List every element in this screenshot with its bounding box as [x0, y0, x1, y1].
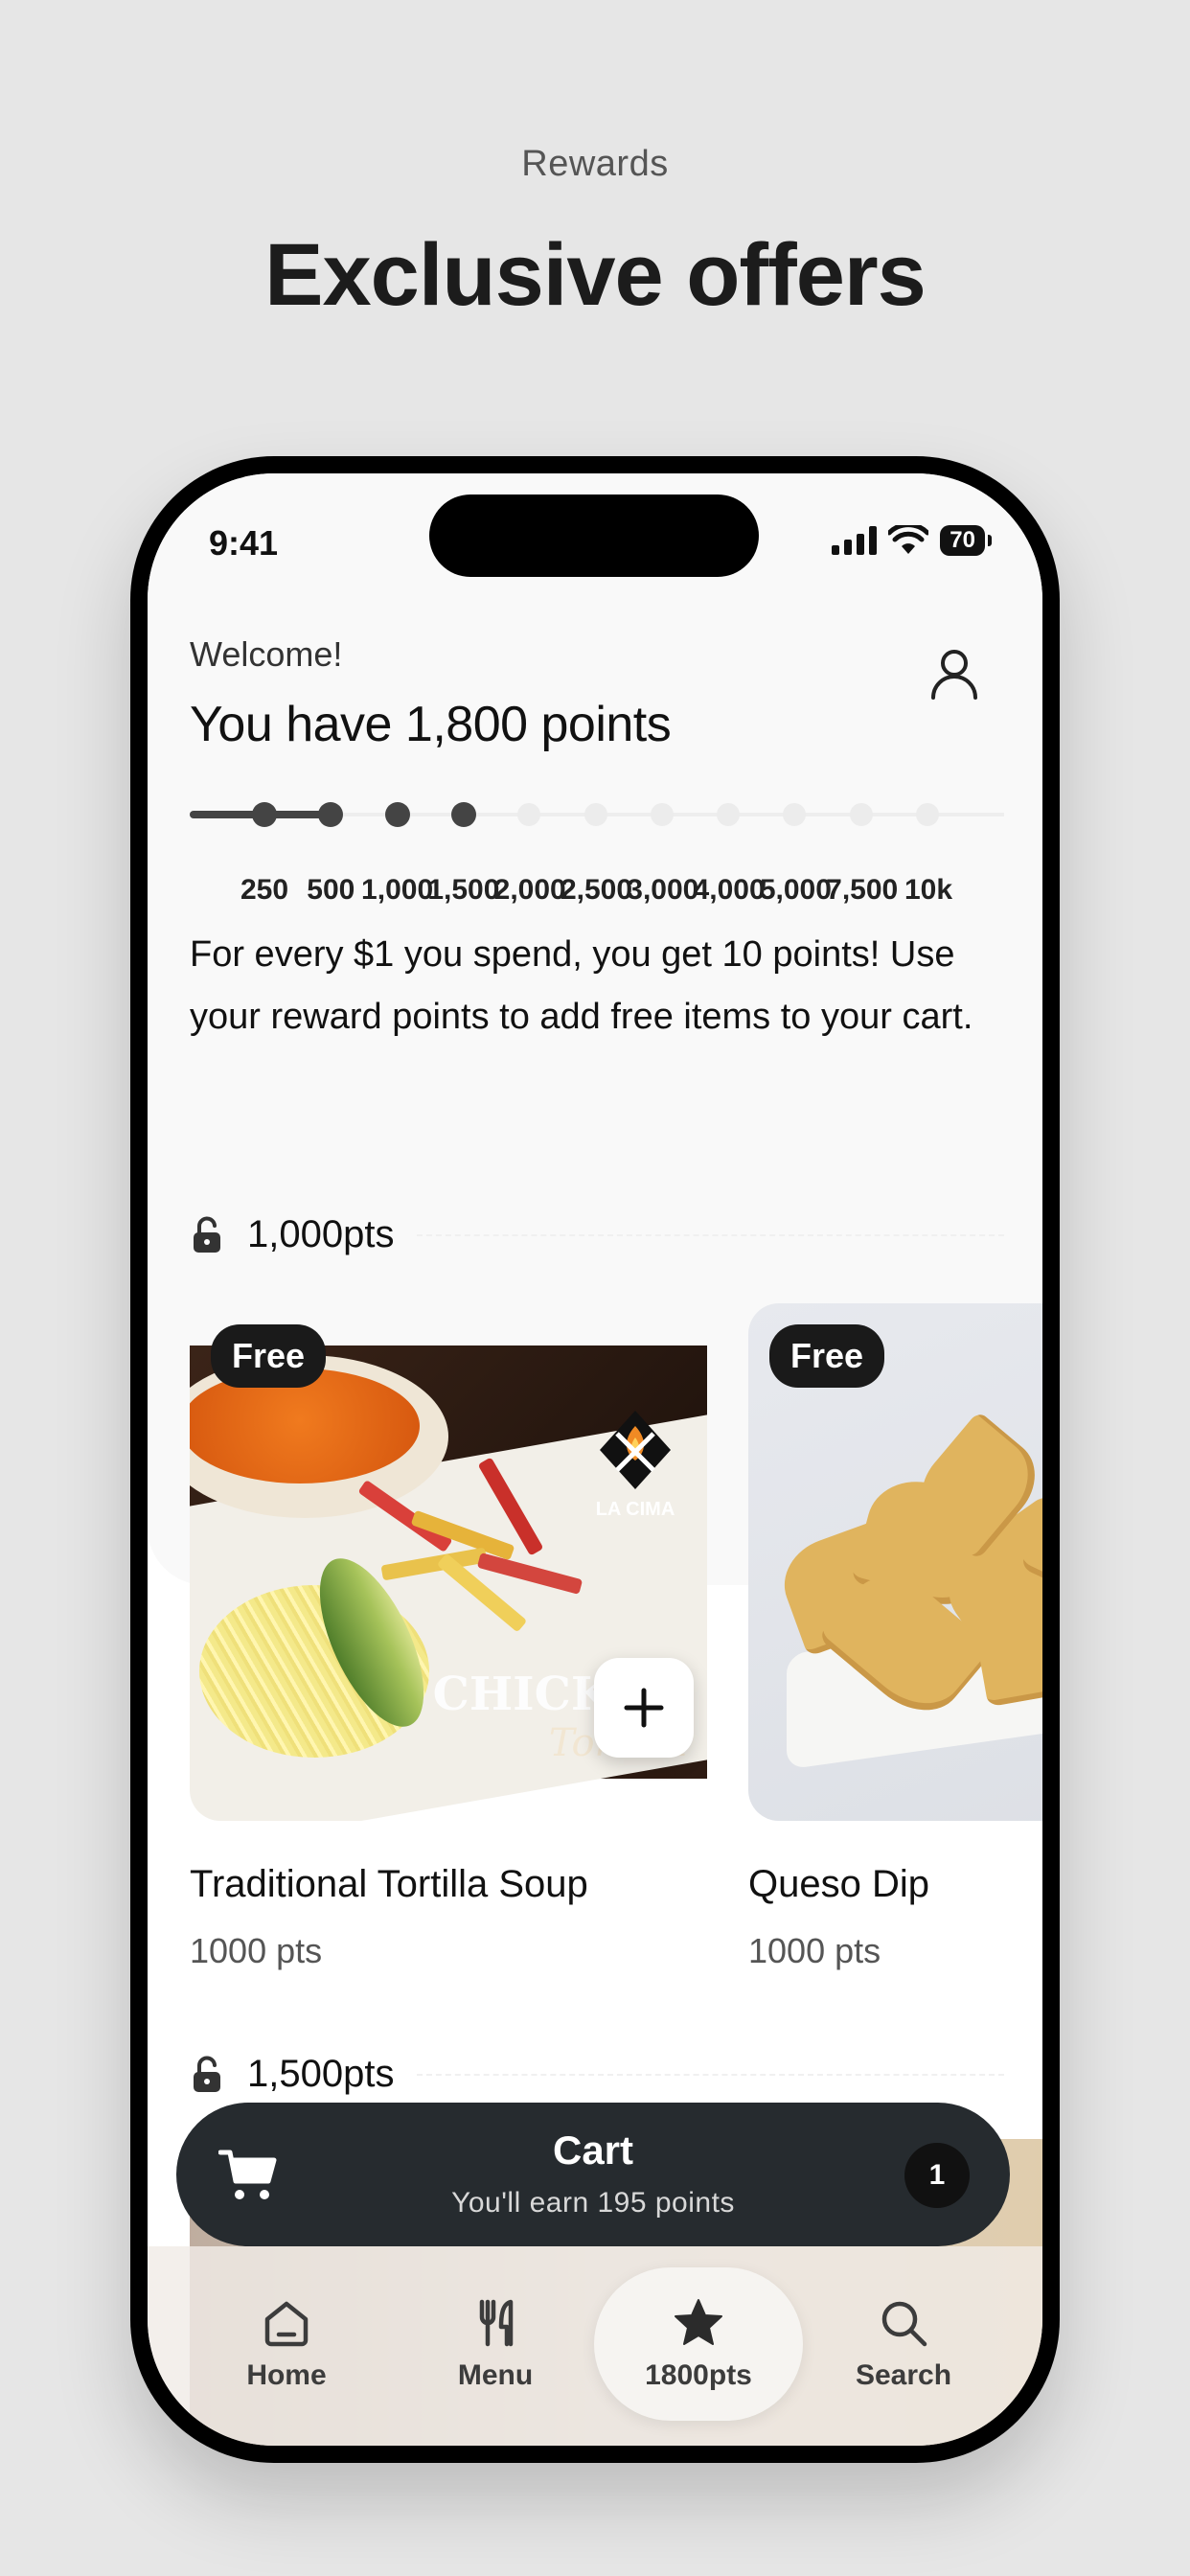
search-icon: [881, 2301, 927, 2347]
tab-label: Menu: [457, 2359, 534, 2391]
milestone-label: 1,500: [427, 874, 500, 906]
utensils-icon: [479, 2299, 514, 2347]
tab-label: Home: [246, 2359, 327, 2391]
tier-label: 1,500pts: [247, 2053, 395, 2095]
milestone-label: 7,500: [826, 874, 899, 906]
profile-icon[interactable]: [926, 644, 983, 702]
unlock-icon: [194, 1216, 220, 1253]
milestone-label: 2,500: [560, 874, 633, 906]
star-icon: [675, 2299, 722, 2345]
item-name: Queso Dip: [748, 1863, 929, 1905]
status-time: 9:41: [209, 523, 279, 563]
reward-card-tortilla-soup[interactable]: LA CIMA CHICKEN Tortilla Free Traditiona…: [190, 1303, 707, 1971]
phone-frame: 9:41 70 Welcome! You have 1,800 points 2…: [130, 456, 1060, 2463]
wifi-icon: [888, 525, 929, 554]
tortilla-soup-image: LA CIMA CHICKEN Tortilla Free: [190, 1303, 707, 1821]
tier-label: 1,000pts: [247, 1213, 395, 1255]
tab-menu[interactable]: Menu: [391, 2267, 600, 2421]
unlock-icon: [194, 2056, 220, 2092]
page-headline: Exclusive offers: [264, 226, 927, 324]
tier-divider: [417, 2073, 1004, 2076]
milestone-dot: [584, 803, 607, 826]
milestone-label: 2,000: [493, 874, 566, 906]
milestone-dot: [318, 802, 344, 827]
la-cima-logo: LA CIMA: [592, 1407, 678, 1521]
status-icons: 70: [832, 525, 992, 556]
battery-indicator: 70: [940, 525, 992, 556]
milestone-label: 250: [240, 874, 289, 906]
milestone-dot: [849, 803, 873, 826]
phone-screen: 9:41 70 Welcome! You have 1,800 points 2…: [148, 473, 1042, 2446]
tier-divider: [417, 1233, 1004, 1236]
milestone-label: 5,000: [759, 874, 832, 906]
milestone-dot: [717, 803, 741, 826]
points-progress: [190, 799, 1004, 828]
milestone-dot: [252, 802, 277, 827]
tab-label: 1800pts: [645, 2359, 752, 2391]
tier-header-1500: 1,500pts: [190, 2053, 1004, 2096]
dynamic-island: [429, 494, 759, 577]
free-badge: Free: [211, 1324, 327, 1388]
page: Rewards Exclusive offers 9:41 70 Welcome…: [0, 0, 1190, 2576]
item-points: 1000 pts: [748, 1931, 881, 1970]
cart-title: Cart: [552, 2128, 634, 2173]
milestone-label: 10k: [904, 874, 953, 906]
points-balance: You have 1,800 points: [190, 697, 672, 752]
milestone-dot: [650, 803, 674, 826]
milestone-dot: [916, 803, 939, 826]
points-info: For every $1 you spend, you get 10 point…: [190, 934, 973, 1037]
cart-button[interactable]: Cart You'll earn 195 points 1: [176, 2103, 1010, 2246]
add-to-cart-button[interactable]: [594, 1658, 694, 1758]
tab-bar: Home Menu 1800pts Search: [148, 2267, 1042, 2430]
page-eyebrow: Rewards: [521, 144, 669, 184]
milestone-label: 4,000: [693, 874, 766, 906]
free-badge: Free: [769, 1324, 885, 1388]
milestone-dot: [384, 802, 410, 827]
cart-earn-text: You'll earn 195 points: [451, 2187, 735, 2219]
tab-search[interactable]: Search: [799, 2267, 1008, 2421]
cart-count-badge: 1: [904, 2143, 970, 2208]
milestone-dot: [517, 803, 541, 826]
signal-icon: [832, 526, 878, 555]
tab-home[interactable]: Home: [182, 2267, 391, 2421]
plus-icon: [624, 1688, 664, 1728]
item-points: 1000 pts: [190, 1931, 323, 1970]
milestone-dot: [450, 802, 476, 827]
milestone-label: 500: [307, 874, 355, 906]
reward-card-queso-dip[interactable]: Free Queso Dip 1000 pts: [748, 1303, 1042, 1971]
tier-header-1000: 1,000pts: [190, 1213, 1004, 1256]
milestone-dot: [783, 803, 807, 826]
milestone-label: 3,000: [627, 874, 699, 906]
home-icon: [264, 2301, 309, 2347]
milestone-label: 1,000: [361, 874, 434, 906]
tab-label: Search: [855, 2359, 952, 2391]
tab-rewards[interactable]: 1800pts: [594, 2267, 803, 2421]
welcome-text: Welcome!: [190, 634, 343, 674]
item-name: Traditional Tortilla Soup: [190, 1863, 588, 1905]
queso-dip-image: Free: [748, 1303, 1042, 1821]
